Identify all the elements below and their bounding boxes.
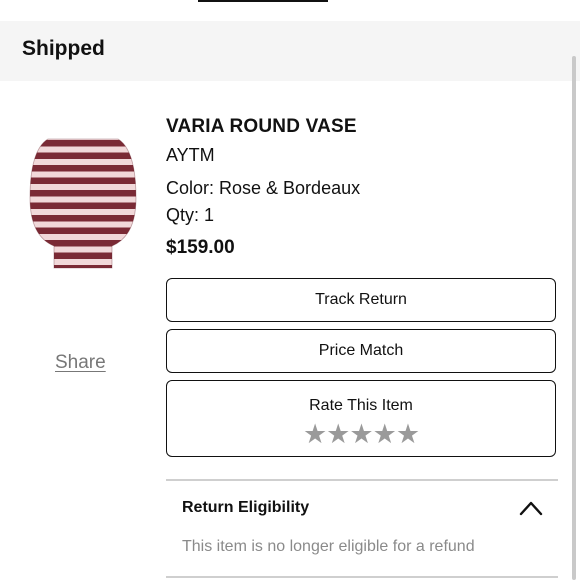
product-quantity: Qty: 1 [166,205,215,225]
order-status-header: Shipped [0,21,580,81]
star-rating[interactable]: ★★★★★ [167,419,555,450]
track-return-button[interactable]: Track Return [166,278,556,322]
product-image[interactable] [28,136,138,270]
return-eligibility-title[interactable]: Return Eligibility [182,499,309,517]
product-name[interactable]: VARIA ROUND VASE [166,116,357,138]
price-match-button[interactable]: Price Match [166,329,556,373]
scrollbar[interactable] [572,56,576,580]
star-icon-2[interactable]: ★ [326,419,350,449]
share-link[interactable]: Share [55,352,106,374]
status-title: Shipped [22,37,105,60]
product-color: Color: Rose & Bordeaux [166,178,361,198]
chevron-up-icon[interactable] [519,500,543,516]
active-tab-indicator [198,0,328,2]
rate-item-panel: Rate This Item ★★★★★ [166,380,556,457]
star-icon-3[interactable]: ★ [349,419,373,449]
product-brand: AYTM [166,145,215,165]
star-icon-5[interactable]: ★ [396,419,420,449]
rate-item-label: Rate This Item [309,397,413,414]
product-price: $159.00 [166,237,235,258]
star-icon-4[interactable]: ★ [373,419,397,449]
return-eligibility-message: This item is no longer eligible for a re… [182,538,475,555]
divider [166,479,558,481]
star-icon-1[interactable]: ★ [303,419,327,449]
divider [166,576,558,578]
